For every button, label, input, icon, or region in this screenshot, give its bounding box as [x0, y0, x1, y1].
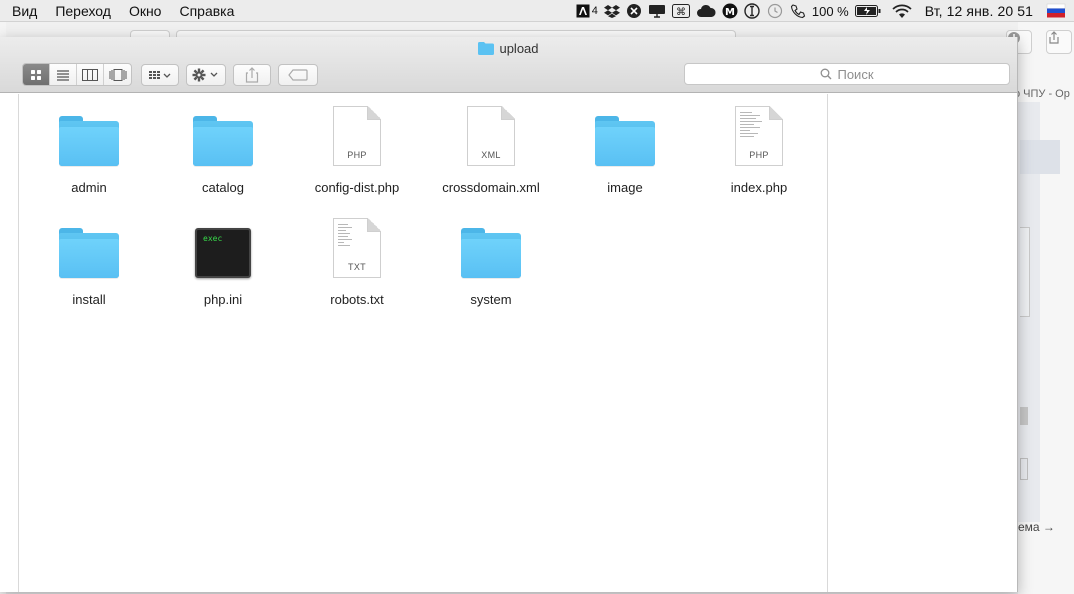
- file-name: image: [607, 180, 643, 195]
- share-button[interactable]: [233, 64, 271, 86]
- file-item-config-dist[interactable]: PHP config-dist.php: [290, 102, 424, 195]
- file-item-image[interactable]: image: [558, 102, 692, 195]
- time-machine-icon[interactable]: [766, 0, 784, 22]
- file-name: install: [72, 292, 106, 307]
- svg-text:⌘: ⌘: [676, 7, 686, 18]
- file-name: index.php: [730, 180, 788, 195]
- file-item-crossdomain[interactable]: XML crossdomain.xml: [424, 102, 558, 195]
- php-document-icon: PHP: [333, 106, 381, 166]
- php-document-icon: PHP: [735, 106, 783, 166]
- background-share-button[interactable]: [1046, 30, 1072, 54]
- russian-flag-icon[interactable]: [1046, 0, 1066, 22]
- phone-icon[interactable]: [790, 0, 806, 22]
- action-button[interactable]: [186, 64, 226, 86]
- file-name: admin: [71, 180, 107, 195]
- search-field[interactable]: Поиск: [684, 63, 1010, 85]
- search-icon: [820, 68, 832, 80]
- file-name: crossdomain.xml: [442, 180, 540, 195]
- status-area: 4 ⌘ M 100 % Вт, 12 янв. 20 51: [573, 0, 1074, 22]
- window-titlebar: upload Поиск: [0, 37, 1017, 93]
- terminal-executable-icon: exec: [195, 228, 251, 278]
- file-item-catalog[interactable]: catalog: [156, 102, 290, 195]
- display-icon[interactable]: [648, 0, 666, 22]
- background-link[interactable]: ема →: [1018, 520, 1055, 534]
- preview-pane: [827, 94, 1017, 592]
- file-name: catalog: [202, 180, 244, 195]
- cover-flow-button[interactable]: [104, 64, 131, 85]
- menu-go[interactable]: Переход: [55, 3, 111, 19]
- column-view-button[interactable]: [77, 64, 104, 85]
- folder-icon: [461, 228, 521, 278]
- finder-window: upload Поиск admin catalog PHP config-di…: [0, 37, 1018, 592]
- background-browser-toolbar: [0, 22, 1074, 42]
- cursor-app-icon[interactable]: [744, 0, 760, 22]
- icon-view-button[interactable]: [23, 64, 50, 85]
- wifi-icon[interactable]: [892, 0, 912, 22]
- file-name: robots.txt: [330, 292, 384, 307]
- list-view-button[interactable]: [50, 64, 77, 85]
- menu-view[interactable]: Вид: [12, 3, 37, 19]
- command-icon[interactable]: ⌘: [671, 0, 690, 22]
- file-item-robots[interactable]: TXT robots.txt: [290, 214, 424, 307]
- svg-text:M: M: [725, 7, 735, 18]
- menu-clock[interactable]: Вт, 12 янв. 20 51: [925, 3, 1033, 19]
- background-browser-page: о ЧПУ - Ор ема →: [1006, 22, 1074, 594]
- background-crumb: о ЧПУ - Ор: [1014, 88, 1070, 100]
- menu-bar: Вид Переход Окно Справка 4 ⌘ M 100 % Вт,…: [0, 0, 1074, 22]
- folder-icon: [595, 116, 655, 166]
- arrange-button[interactable]: [141, 64, 179, 86]
- folder-icon: [193, 116, 253, 166]
- battery-percent: 100 %: [811, 3, 849, 19]
- file-item-install[interactable]: install: [22, 214, 156, 307]
- battery-icon[interactable]: [854, 0, 881, 22]
- menu-help[interactable]: Справка: [179, 3, 234, 19]
- file-item-php-ini[interactable]: exec php.ini: [156, 214, 290, 307]
- x-app-icon[interactable]: [626, 0, 642, 22]
- file-item-system[interactable]: system: [424, 214, 558, 307]
- search-placeholder: Поиск: [837, 66, 874, 82]
- file-name: config-dist.php: [314, 180, 400, 195]
- file-icon-grid: admin catalog PHP config-dist.php XML cr…: [18, 94, 828, 592]
- window-title-text: upload: [499, 41, 539, 56]
- adobe-count: 4: [591, 5, 598, 17]
- window-title: upload: [0, 41, 1017, 56]
- file-item-admin[interactable]: admin: [22, 102, 156, 195]
- text-document-icon: TXT: [333, 218, 381, 278]
- dropbox-icon[interactable]: [603, 0, 620, 22]
- tags-button[interactable]: [278, 64, 318, 86]
- folder-icon: [478, 42, 495, 55]
- adobe-icon[interactable]: [576, 0, 590, 22]
- folder-icon: [59, 228, 119, 278]
- m-app-icon[interactable]: M: [722, 0, 738, 22]
- file-name: php.ini: [203, 292, 243, 307]
- menu-window[interactable]: Окно: [129, 3, 162, 19]
- cloud-icon[interactable]: [696, 0, 716, 22]
- file-item-index[interactable]: PHP index.php: [692, 102, 826, 195]
- folder-icon: [59, 116, 119, 166]
- xml-document-icon: XML: [467, 106, 515, 166]
- file-name: system: [470, 292, 512, 307]
- view-mode-switcher: [22, 63, 132, 86]
